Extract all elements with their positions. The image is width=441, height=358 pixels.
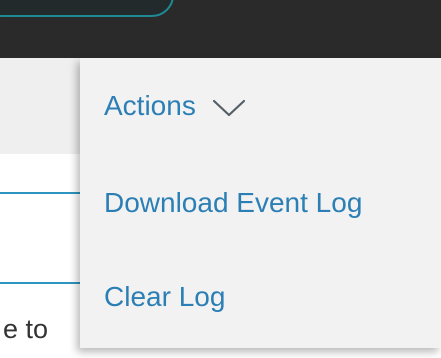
download-event-log-menu-item[interactable]: Download Event Log [104,186,362,220]
chevron-down-icon [212,99,245,117]
actions-menu-toggle[interactable]: Actions [104,89,246,123]
top-navigation-bar [0,0,441,58]
actions-dropdown-menu: Actions Download Event Log Clear Log [80,58,441,348]
search-box-edge[interactable] [0,0,174,17]
background-text-fragment: e to [3,314,49,344]
actions-label: Actions [104,90,196,121]
clear-log-menu-item[interactable]: Clear Log [104,280,225,314]
